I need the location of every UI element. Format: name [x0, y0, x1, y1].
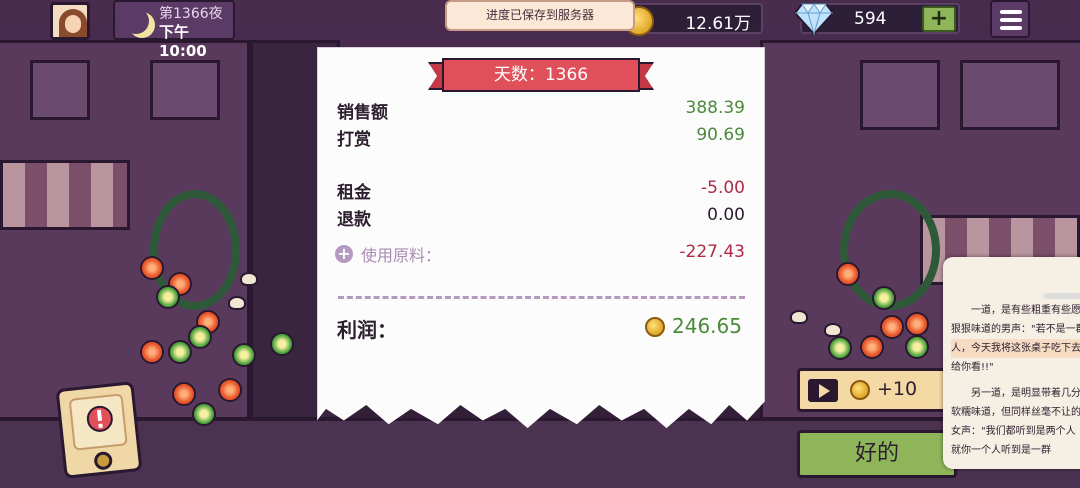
coin-value: 12.61万	[685, 14, 751, 34]
garlic-decoration	[824, 323, 842, 337]
refund-label: 退款	[337, 210, 371, 230]
reader-line: 人，今天我将这张桌子吃下去	[951, 339, 1080, 358]
hamburger-menu-icon[interactable]	[990, 0, 1030, 38]
pepper-decoration	[905, 335, 929, 359]
alert-card[interactable]	[55, 381, 143, 479]
reading-panel[interactable]: 一道，是有些粗重有些愿 狠狠味道的男声："若不是一群 人，今天我将这张桌子吃下去…	[943, 257, 1080, 469]
tips-value: 90.69	[696, 125, 745, 145]
reader-line: 给你看!!"	[951, 362, 994, 373]
pepper-decoration	[168, 340, 192, 364]
profit-value: 246.65	[672, 314, 742, 338]
coin-counter: 12.61万	[624, 3, 763, 36]
window	[960, 60, 1060, 130]
diamond-icon	[794, 3, 834, 36]
watch-ad-reward-button[interactable]: +10	[797, 368, 947, 412]
ad-reward-amount: +10	[877, 378, 918, 400]
gem-value: 594	[854, 9, 887, 29]
reader-line: 一道，是有些粗重有些愿	[971, 305, 1080, 316]
alert-card-inner	[68, 393, 128, 451]
awning-left	[0, 160, 130, 230]
exclamation-icon	[86, 405, 113, 432]
receipt-divider	[338, 296, 745, 299]
menu-line	[1000, 26, 1022, 30]
pepper-decoration	[172, 382, 196, 406]
pepper-decoration	[192, 402, 216, 426]
coin-icon	[645, 317, 665, 337]
day-ribbon: 天数：1366	[428, 58, 654, 94]
rent-label: 租金	[337, 183, 371, 203]
pepper-decoration	[828, 336, 852, 360]
rent-value: -5.00	[701, 178, 745, 198]
menu-line	[1000, 18, 1022, 22]
profit-label: 利润：	[337, 318, 397, 342]
reader-line: 就你一个人听到是一群	[951, 445, 1051, 456]
pepper-decoration	[232, 343, 256, 367]
garlic-decoration	[240, 272, 258, 286]
garlic-decoration	[228, 296, 246, 310]
reader-line: 狠狠味道的男声："若不是一群	[951, 324, 1080, 335]
coin-icon	[850, 380, 870, 400]
refund-value: 0.00	[707, 205, 745, 225]
ingredients-value: -227.43	[679, 242, 745, 262]
play-video-icon	[808, 379, 838, 402]
window	[30, 60, 90, 120]
expand-ingredients-icon[interactable]: +	[335, 245, 353, 263]
gem-counter: 594 +	[794, 3, 960, 36]
avatar-face	[65, 15, 81, 33]
pepper-decoration	[140, 340, 164, 364]
reader-progress	[1043, 293, 1080, 299]
pepper-decoration	[188, 325, 212, 349]
garlic-decoration	[790, 310, 808, 324]
save-toast: 进度已保存到服务器	[445, 0, 635, 31]
pepper-decoration	[218, 378, 242, 402]
ingredients-label: 使用原料：	[361, 246, 442, 265]
pepper-decoration	[872, 286, 896, 310]
pepper-decoration	[860, 335, 884, 359]
sales-value: 388.39	[685, 98, 745, 118]
avatar[interactable]	[50, 2, 90, 40]
pepper-decoration	[156, 285, 180, 309]
pepper-decoration	[905, 312, 929, 336]
pepper-decoration	[140, 256, 164, 280]
reader-line: 另一道，是明显带着几分	[971, 388, 1080, 399]
day-label: 第1366夜	[159, 6, 223, 22]
ok-button[interactable]: 好的	[797, 430, 957, 478]
window	[150, 60, 220, 120]
time-label: 下午10:00	[159, 23, 207, 60]
alert-badge	[93, 450, 114, 471]
reader-line: 软糯味道，但同样丝毫不让的	[951, 407, 1080, 418]
sales-label: 销售额	[337, 103, 388, 123]
pepper-decoration	[270, 332, 294, 356]
reader-line: 女声："我们都听到是两个人	[951, 426, 1076, 437]
moon-icon	[123, 8, 149, 34]
pepper-decoration	[836, 262, 860, 286]
menu-line	[1000, 10, 1022, 14]
day-time-panel: 第1366夜 下午10:00	[113, 0, 235, 60]
add-gems-button[interactable]: +	[922, 6, 956, 32]
tips-label: 打赏	[337, 130, 371, 150]
pepper-decoration	[880, 315, 904, 339]
receipt-title: 天数：1366	[442, 58, 640, 92]
window	[860, 60, 940, 130]
